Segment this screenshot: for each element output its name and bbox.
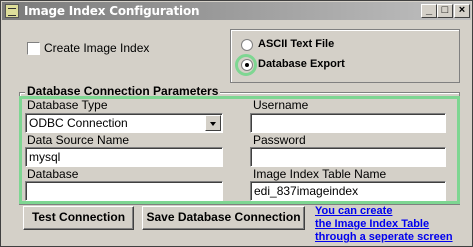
create-table-link-line2: the Image Index Table xyxy=(315,218,430,230)
ascii-text-file-label[interactable]: ASCII Text File xyxy=(258,38,334,50)
close-icon: × xyxy=(458,4,466,16)
config-window: Image Index Configuration _ □ × Create I… xyxy=(0,0,473,247)
window-title: Image Index Configuration xyxy=(24,4,200,18)
params-highlight-rect xyxy=(19,96,460,204)
create-table-link[interactable]: You can create the Image Index Table thr… xyxy=(315,205,453,244)
create-image-index-label[interactable]: Create Image Index xyxy=(44,41,149,55)
close-button[interactable]: × xyxy=(454,4,470,18)
minimize-icon: _ xyxy=(425,4,433,16)
create-table-link-line1: You can create xyxy=(315,205,393,217)
ascii-text-file-radio[interactable] xyxy=(241,39,253,51)
database-export-radio[interactable] xyxy=(241,59,253,71)
test-connection-button[interactable]: Test Connection xyxy=(23,206,134,230)
app-icon xyxy=(5,4,19,18)
maximize-icon: □ xyxy=(441,4,449,16)
create-table-link-line3: through a seperate screen xyxy=(315,231,453,243)
minimize-button[interactable]: _ xyxy=(421,4,437,18)
save-database-connection-button[interactable]: Save Database Connection xyxy=(142,206,305,230)
create-image-index-checkbox[interactable] xyxy=(27,42,40,55)
maximize-button[interactable]: □ xyxy=(437,4,453,18)
database-export-label[interactable]: Database Export xyxy=(258,58,345,70)
title-bar[interactable]: Image Index Configuration _ □ × xyxy=(2,2,471,20)
